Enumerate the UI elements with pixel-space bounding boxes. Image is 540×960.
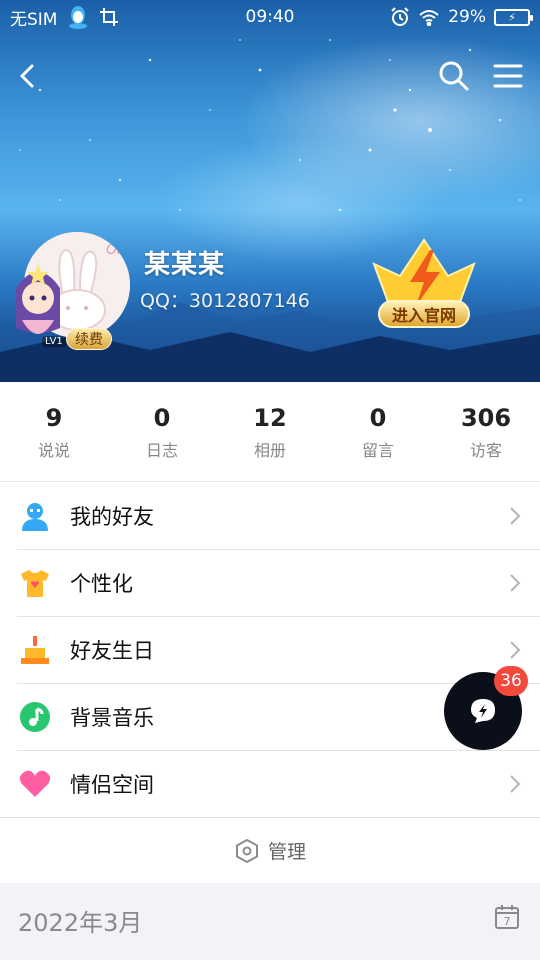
- stat-messages[interactable]: 0 留言: [324, 382, 432, 481]
- qq-number: QQ：3012807146: [140, 290, 310, 312]
- stat-value: 9: [45, 403, 63, 432]
- birthday-cake-icon: [18, 633, 52, 667]
- hamburger-menu-icon[interactable]: [488, 56, 528, 96]
- stat-label: 相册: [253, 440, 286, 460]
- chevron-right-icon: [510, 641, 521, 659]
- stat-blogs[interactable]: 0 日志: [108, 382, 216, 481]
- menu-label: 背景音乐: [70, 705, 154, 730]
- user-name: 某某某: [144, 250, 226, 280]
- tshirt-icon: [18, 566, 52, 600]
- level-badge: LV1: [42, 336, 66, 347]
- manage-button[interactable]: 管理: [0, 817, 540, 883]
- stat-value: 0: [369, 403, 387, 432]
- menu-item-couple-space[interactable]: 情侣空间: [0, 750, 540, 817]
- manage-label: 管理: [267, 841, 306, 863]
- renew-button[interactable]: 续费: [66, 328, 112, 350]
- menu-item-personalize[interactable]: 个性化: [0, 549, 540, 616]
- status-bar: 无SIM 09:40 29% ⚡: [0, 0, 540, 34]
- heart-icon: [18, 767, 52, 801]
- stat-label: 留言: [361, 440, 394, 460]
- vip-character-icon: [16, 264, 60, 334]
- svg-text:OH: OH: [106, 242, 128, 258]
- stat-label: 日志: [145, 440, 178, 460]
- menu-item-birthdays[interactable]: 好友生日: [0, 616, 540, 683]
- menu-item-friends[interactable]: 我的好友: [0, 482, 540, 549]
- menu-label: 好友生日: [70, 638, 154, 663]
- alarm-icon: [391, 7, 409, 26]
- friend-icon: [18, 499, 52, 533]
- vip-website-button[interactable]: 进入官网: [378, 300, 470, 328]
- stat-label: 说说: [37, 440, 70, 460]
- chevron-right-icon: [510, 507, 521, 525]
- avatar-area[interactable]: OH LV1 续费: [6, 228, 136, 358]
- search-icon[interactable]: [434, 56, 474, 96]
- stat-value: 0: [153, 403, 171, 432]
- lightning-bubble-icon: [471, 699, 495, 723]
- chevron-right-icon: [510, 574, 521, 592]
- stat-label: 访客: [469, 440, 502, 460]
- chevron-left-icon[interactable]: [10, 56, 50, 96]
- date-label: 2022年3月: [18, 909, 143, 937]
- menu-label: 情侣空间: [70, 772, 154, 797]
- stat-value: 12: [253, 403, 287, 432]
- top-navigation: [0, 52, 540, 100]
- music-note-icon: [18, 700, 52, 734]
- calendar-icon[interactable]: 7: [494, 904, 520, 930]
- wifi-icon: [419, 10, 439, 26]
- feature-menu: 我的好友 个性化 好友生日 背景音乐 情侣空间: [0, 482, 540, 817]
- stat-posts[interactable]: 9 说说: [0, 382, 108, 481]
- menu-label: 个性化: [70, 571, 133, 596]
- menu-label: 我的好友: [70, 504, 154, 529]
- chevron-right-icon: [510, 775, 521, 793]
- calendar-day: 7: [504, 915, 511, 928]
- timeline-date-bar: 2022年3月: [0, 883, 540, 960]
- stats-row: 9 说说 0 日志 12 相册 0 留言 306 访客: [0, 382, 540, 482]
- notification-badge: 36: [494, 666, 528, 696]
- stat-albums[interactable]: 12 相册: [216, 382, 324, 481]
- hexagon-gear-icon: [235, 838, 258, 863]
- stat-visitors[interactable]: 306 访客: [432, 382, 540, 481]
- battery-icon: ⚡: [494, 8, 533, 26]
- stat-value: 306: [460, 403, 512, 432]
- battery-percent: 29%: [448, 7, 486, 27]
